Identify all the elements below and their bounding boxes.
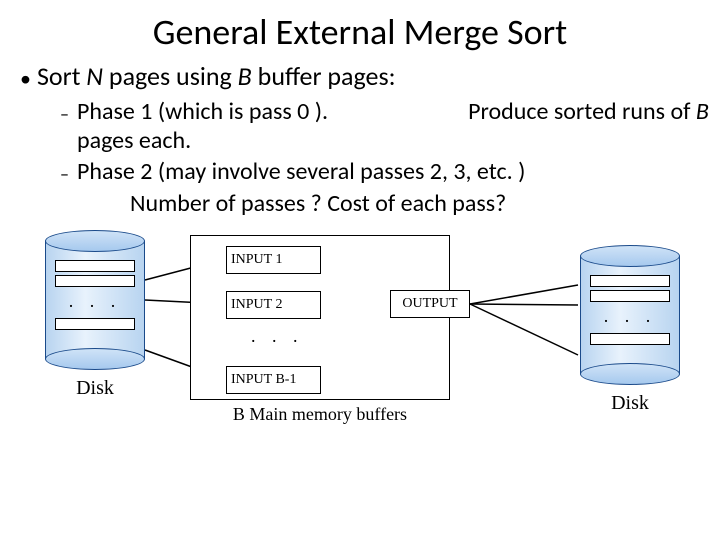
var-b: B: [696, 97, 709, 126]
sub-text: Phase 1 (which is pass 0 ). Produce sorte…: [77, 98, 710, 156]
cylinder-top: [45, 230, 145, 252]
dash-icon: –: [60, 98, 69, 125]
disk-right: . . . Disk: [580, 245, 680, 385]
dots-icon: . . .: [251, 326, 304, 347]
questions-line: Number of passes ? Cost of each pass?: [130, 189, 710, 218]
cylinder-bottom: [45, 348, 145, 370]
action-text: Produce sorted runs of: [468, 97, 696, 126]
dots-icon: . . .: [590, 306, 670, 327]
slide-title: General External Merge Sort: [0, 0, 720, 60]
tail-text: pages each.: [77, 126, 191, 155]
content-area: •Sort N pages using B buffer pages: – Ph…: [0, 60, 720, 218]
dots-icon: . . .: [55, 291, 135, 312]
sub-bullet-1: – Phase 1 (which is pass 0 ). Produce sor…: [60, 98, 710, 156]
sub-bullets: – Phase 1 (which is pass 0 ). Produce sor…: [60, 98, 710, 217]
output-box: OUTPUT: [390, 290, 470, 318]
page-rect: [55, 260, 135, 272]
disk-pages: . . .: [55, 260, 135, 333]
sub-text: Phase 2 (may involve several passes 2, 3…: [77, 158, 710, 187]
bullet-dot-icon: •: [20, 65, 31, 92]
page-rect: [590, 333, 670, 345]
text-part: buffer pages:: [252, 60, 396, 92]
dash-icon: –: [60, 158, 69, 185]
page-rect: [55, 318, 135, 330]
disk-left: . . . Disk: [45, 230, 145, 370]
cylinder-bottom: [580, 363, 680, 385]
phase-label: Phase 1 (which is pass 0 ).: [77, 97, 328, 126]
text-part: pages using: [103, 60, 238, 92]
page-rect: [590, 275, 670, 287]
disk-label: Disk: [45, 377, 145, 400]
main-bullet: •Sort N pages using B buffer pages:: [20, 60, 710, 92]
var-n: N: [86, 60, 103, 92]
page-rect: [55, 275, 135, 287]
sub-bullet-2: – Phase 2 (may involve several passes 2,…: [60, 158, 710, 187]
page-rect: [590, 290, 670, 302]
text-part: Sort: [37, 60, 86, 92]
cylinder-top: [580, 245, 680, 267]
input-b1-box: INPUT B-1: [226, 366, 321, 394]
var-b: B: [238, 60, 252, 92]
memory-label: B Main memory buffers: [191, 404, 449, 425]
diagram: . . . Disk INPUT 1 INPUT 2 . . . INPUT B…: [0, 230, 720, 450]
disk-pages: . . .: [590, 275, 670, 348]
input-2-box: INPUT 2: [226, 291, 321, 319]
disk-label: Disk: [580, 392, 680, 415]
input-1-box: INPUT 1: [226, 246, 321, 274]
